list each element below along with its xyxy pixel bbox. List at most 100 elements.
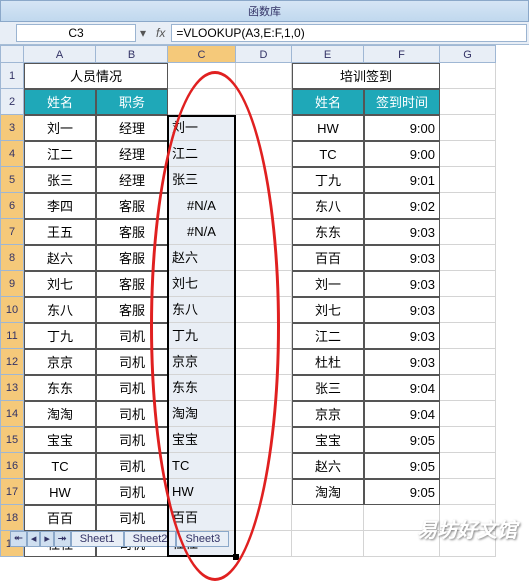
cell[interactable]: 9:03 xyxy=(364,297,440,323)
cell[interactable]: 刘一 xyxy=(292,271,364,297)
cell[interactable]: 9:03 xyxy=(364,245,440,271)
cell[interactable]: 9:02 xyxy=(364,193,440,219)
cell[interactable] xyxy=(236,271,292,297)
cell[interactable] xyxy=(236,453,292,479)
cell[interactable]: 签到时间 xyxy=(364,89,440,115)
row-header[interactable]: 15 xyxy=(0,427,24,453)
row-header[interactable]: 7 xyxy=(0,219,24,245)
cell[interactable]: 张三 xyxy=(168,167,236,193)
fx-icon[interactable]: fx xyxy=(150,26,171,40)
cell[interactable]: 京京 xyxy=(24,349,96,375)
cell[interactable] xyxy=(236,323,292,349)
cell[interactable] xyxy=(236,141,292,167)
sheet-nav-next-icon[interactable]: ▸ xyxy=(40,531,54,547)
row-header[interactable]: 1 xyxy=(0,63,24,89)
cell[interactable]: 宝宝 xyxy=(292,427,364,453)
fill-handle[interactable] xyxy=(233,554,239,560)
cell[interactable]: 宝宝 xyxy=(168,427,236,453)
row-header[interactable]: 2 xyxy=(0,89,24,115)
cell[interactable]: 淘淘 xyxy=(168,401,236,427)
cell[interactable] xyxy=(236,375,292,401)
row-header[interactable]: 11 xyxy=(0,323,24,349)
cell[interactable]: #N/A xyxy=(168,219,236,245)
cell[interactable] xyxy=(236,349,292,375)
sheet-tab[interactable]: Sheet2 xyxy=(124,531,177,547)
cell[interactable]: 东东 xyxy=(24,375,96,401)
cell[interactable]: 9:03 xyxy=(364,219,440,245)
cell[interactable]: 刘七 xyxy=(24,271,96,297)
cell[interactable]: HW xyxy=(24,479,96,505)
cell[interactable]: 客服 xyxy=(96,193,168,219)
col-header-E[interactable]: E xyxy=(292,45,364,63)
cell[interactable]: 丁九 xyxy=(24,323,96,349)
formula-input[interactable]: =VLOOKUP(A3,E:F,1,0) xyxy=(171,24,527,42)
cell[interactable]: 人员情况 xyxy=(24,63,168,89)
col-header-B[interactable]: B xyxy=(96,45,168,63)
row-header[interactable]: 18 xyxy=(0,505,24,531)
cell[interactable]: 赵六 xyxy=(168,245,236,271)
cell[interactable]: 9:05 xyxy=(364,453,440,479)
row-header[interactable]: 4 xyxy=(0,141,24,167)
cell[interactable]: TC xyxy=(24,453,96,479)
cell[interactable]: 司机 xyxy=(96,323,168,349)
cell[interactable]: 宝宝 xyxy=(24,427,96,453)
cell[interactable]: 东东 xyxy=(168,375,236,401)
cell[interactable]: 淘淘 xyxy=(292,479,364,505)
cell[interactable] xyxy=(168,63,236,89)
namebox-dropdown-icon[interactable]: ▾ xyxy=(136,26,150,40)
cell[interactable] xyxy=(440,89,496,115)
cell[interactable]: 司机 xyxy=(96,375,168,401)
cell[interactable] xyxy=(440,479,496,505)
cell[interactable]: 经理 xyxy=(96,167,168,193)
select-all-corner[interactable] xyxy=(0,45,24,63)
cell[interactable] xyxy=(440,271,496,297)
col-header-F[interactable]: F xyxy=(364,45,440,63)
sheet-tab[interactable]: Sheet1 xyxy=(71,531,124,547)
cell[interactable]: 江二 xyxy=(24,141,96,167)
cell[interactable]: 赵六 xyxy=(292,453,364,479)
col-header-G[interactable]: G xyxy=(440,45,496,63)
cell[interactable]: 东八 xyxy=(292,193,364,219)
cell[interactable]: 东八 xyxy=(24,297,96,323)
cell[interactable]: 京京 xyxy=(292,401,364,427)
cell[interactable]: 客服 xyxy=(96,271,168,297)
row-header[interactable]: 10 xyxy=(0,297,24,323)
cell[interactable]: TC xyxy=(168,453,236,479)
row-header[interactable]: 12 xyxy=(0,349,24,375)
cell[interactable]: 经理 xyxy=(96,115,168,141)
cell[interactable]: 张三 xyxy=(24,167,96,193)
cell[interactable] xyxy=(440,375,496,401)
cell[interactable] xyxy=(236,531,292,557)
col-header-C[interactable]: C xyxy=(168,45,236,63)
cell[interactable]: 客服 xyxy=(96,219,168,245)
cell[interactable] xyxy=(236,297,292,323)
sheet-nav-prev-icon[interactable]: ◂ xyxy=(27,531,41,547)
cell[interactable]: 经理 xyxy=(96,141,168,167)
sheet-nav-last-icon[interactable]: ⯮ xyxy=(54,531,71,547)
cell[interactable]: 刘一 xyxy=(24,115,96,141)
cell[interactable]: 职务 xyxy=(96,89,168,115)
cell[interactable]: 9:04 xyxy=(364,401,440,427)
row-header[interactable]: 13 xyxy=(0,375,24,401)
row-header[interactable]: 9 xyxy=(0,271,24,297)
cell[interactable]: 9:04 xyxy=(364,375,440,401)
cell[interactable]: 9:03 xyxy=(364,323,440,349)
cell[interactable]: 9:00 xyxy=(364,141,440,167)
row-header[interactable]: 14 xyxy=(0,401,24,427)
cell[interactable] xyxy=(440,401,496,427)
cell[interactable]: 东东 xyxy=(292,219,364,245)
cell[interactable]: HW xyxy=(168,479,236,505)
cell[interactable]: 百百 xyxy=(168,505,236,531)
cell[interactable]: 京京 xyxy=(168,349,236,375)
cell[interactable]: 9:03 xyxy=(364,271,440,297)
cell[interactable]: #N/A xyxy=(168,193,236,219)
cell[interactable] xyxy=(236,219,292,245)
cell[interactable] xyxy=(236,89,292,115)
cell[interactable]: 东八 xyxy=(168,297,236,323)
cell[interactable]: 江二 xyxy=(168,141,236,167)
cell[interactable]: 司机 xyxy=(96,401,168,427)
cell[interactable]: 刘七 xyxy=(292,297,364,323)
cell[interactable]: 司机 xyxy=(96,427,168,453)
cell[interactable] xyxy=(236,479,292,505)
cell[interactable] xyxy=(440,167,496,193)
